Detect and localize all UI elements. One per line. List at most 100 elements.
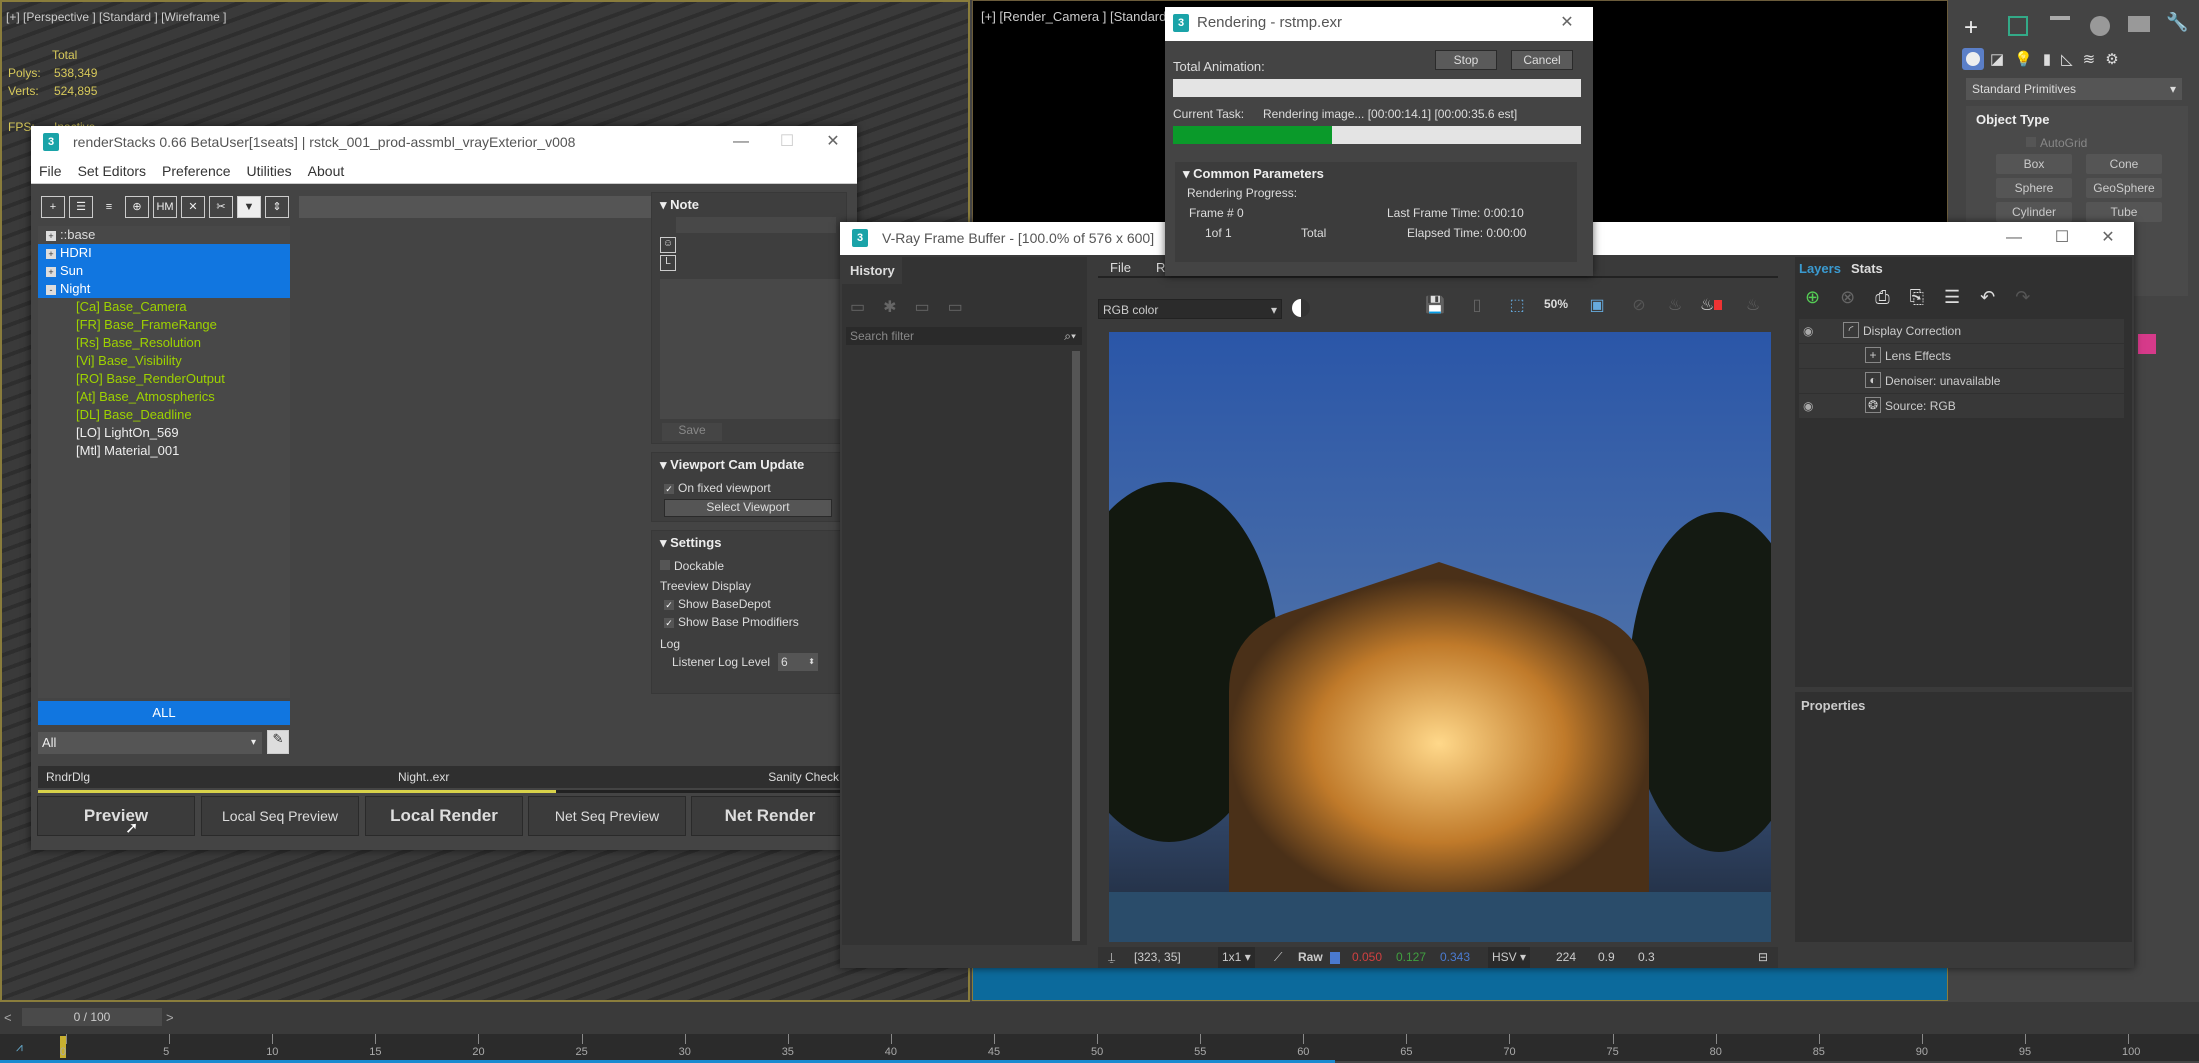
move-down-icon[interactable]: ▼ (237, 196, 261, 218)
undo-icon[interactable]: ↶ (1980, 287, 2015, 307)
viewport-label[interactable]: [+] [Perspective ] [Standard ] [Wirefram… (6, 10, 226, 24)
track-mouse-icon[interactable]: ▣ (1584, 295, 1610, 319)
on-fixed-viewport-checkbox[interactable]: ✓ On fixed viewport (664, 481, 771, 495)
render-teapot-icon[interactable]: ♨ (1740, 295, 1766, 319)
tree-item[interactable]: + Sun (38, 262, 290, 280)
delete-icon[interactable]: ✕ (181, 196, 205, 218)
save-image-icon[interactable]: 💾 (1422, 295, 1448, 319)
tube-button[interactable]: Tube (2086, 202, 2162, 222)
listener-log-level-spinner[interactable]: 6 ⬍ (778, 653, 818, 671)
channel-dropdown[interactable]: RGB color ▾ (1098, 299, 1282, 319)
time-slider[interactable]: 0 / 100 (22, 1008, 162, 1026)
title-bar[interactable]: 3 Rendering - rstmp.exr ✕ (1165, 7, 1593, 41)
clock-icon[interactable]: L (660, 255, 676, 271)
viewport-cam-update-header[interactable]: ▾ Viewport Cam Update (652, 453, 846, 477)
add-layer-icon[interactable]: ⊕ (1805, 287, 1840, 307)
geosphere-button[interactable]: GeoSphere (2086, 178, 2162, 198)
close-button[interactable]: ✕ (1547, 7, 1587, 39)
vfb-menu-file[interactable]: File (1110, 260, 1131, 275)
title-bar[interactable]: 3 renderStacks 0.66 BetaUser[1seats] | r… (31, 126, 857, 158)
viewport-bottom[interactable] (972, 965, 1948, 1001)
color-clamp-icon[interactable] (1292, 299, 1310, 317)
history-tab[interactable]: History (842, 257, 902, 284)
color-swatch[interactable] (2138, 334, 2156, 354)
net-render-button[interactable]: Net Render (691, 796, 849, 836)
color-picker-icon[interactable]: ⟋ (1274, 947, 1282, 968)
tree-item[interactable]: [Mtl] Material_001 (38, 442, 290, 460)
menu-preference[interactable]: Preference (162, 158, 230, 183)
close-button[interactable]: ✕ (2088, 222, 2128, 254)
primitives-dropdown[interactable]: Standard Primitives ▾ (1966, 78, 2182, 100)
all-button[interactable]: ALL (38, 701, 290, 725)
layer-list-icon[interactable]: ☰ (1944, 287, 1980, 307)
note-textarea[interactable] (660, 279, 840, 419)
expand-icon[interactable]: + (46, 249, 56, 259)
net-seq-preview-button[interactable]: Net Seq Preview (528, 796, 686, 836)
viewport-label[interactable]: [+] [Render_Camera ] [Standard (981, 9, 1166, 24)
curve-editor-icon[interactable]: ⩘ (16, 1040, 23, 1055)
tree-item[interactable]: [RO] Base_RenderOutput (38, 370, 290, 388)
rendered-image[interactable] (1109, 332, 1771, 942)
object-type-rollout[interactable]: Object Type (1976, 112, 2049, 127)
tree-item[interactable]: + HDRI (38, 244, 290, 262)
load-layers-icon[interactable]: ⎘ (1910, 287, 1944, 307)
show-base-pmodifiers-checkbox[interactable]: ✓ Show Base Pmodifiers (664, 615, 799, 629)
note-header[interactable]: ▾ Note (652, 193, 846, 217)
local-render-button[interactable]: Local Render (365, 796, 523, 836)
tree-item[interactable]: +::base (38, 226, 290, 244)
maximize-button[interactable]: ☐ (767, 126, 807, 158)
create-category-icons[interactable]: ◪💡▮◺≋⚙ (1990, 50, 2129, 68)
motion-tab-icon[interactable] (2090, 16, 2110, 36)
next-frame-button[interactable]: > (166, 1010, 174, 1025)
menu-about[interactable]: About (308, 158, 345, 183)
preview-button[interactable]: Preview (37, 796, 195, 836)
layers-tab[interactable]: Layers (1799, 261, 1841, 276)
layer-row[interactable]: ◉ ◜ Display Correction (1799, 319, 2124, 343)
add-item-icon[interactable]: ⊕ (125, 196, 149, 218)
expand-icon[interactable]: ⊟ (1758, 947, 1768, 968)
layer-row[interactable]: ◐ Denoiser: unavailable (1799, 369, 2124, 393)
tree-item[interactable]: [LO] LightOn_569 (38, 424, 290, 442)
timeline-track[interactable]: ⩘ 0 5 10 15 20 25 30 35 40 45 50 55 60 65 70 75 80 85 90 95… (0, 1034, 2199, 1061)
history-scrollbar[interactable] (1072, 351, 1080, 941)
create-tab-icon[interactable]: + (1964, 14, 1978, 42)
vfb-menu-render[interactable]: R (1156, 260, 1165, 275)
tree-item[interactable]: [Rs] Base_Resolution (38, 334, 290, 352)
layer-row[interactable]: ◉ ❂ Source: RGB (1799, 394, 2124, 418)
move-icon[interactable]: ⇕ (265, 196, 289, 218)
tree-item[interactable]: - Night (38, 280, 290, 298)
collapse-all-icon[interactable]: ≡ (97, 197, 121, 219)
clear-image-icon[interactable]: ▯ (1464, 295, 1490, 319)
tree-item[interactable]: [At] Base_Atmospherics (38, 388, 290, 406)
tree-item[interactable]: [FR] Base_FrameRange (38, 316, 290, 334)
autogrid-checkbox[interactable]: AutoGrid (2026, 136, 2087, 150)
settings-header[interactable]: ▾ Settings (652, 531, 846, 555)
zoom-50-button[interactable]: 50% (1544, 297, 1568, 311)
stop-button[interactable]: Stop (1435, 50, 1497, 70)
save-note-button[interactable]: Save (662, 423, 722, 441)
minimize-button[interactable]: — (1994, 222, 2034, 254)
prev-frame-button[interactable]: < (4, 1010, 12, 1025)
minimize-button[interactable]: — (721, 126, 761, 158)
delete-layer-icon[interactable]: ⊗ (1840, 287, 1875, 307)
tree-item[interactable]: [DL] Base_Deadline (38, 406, 290, 424)
user-icon[interactable]: ☺ (660, 237, 676, 253)
stats-tab[interactable]: Stats (1851, 261, 1883, 276)
rename-icon[interactable]: HM (153, 196, 177, 218)
expand-icon[interactable]: + (46, 231, 56, 241)
tree-item[interactable]: [Vi] Base_Visibility (38, 352, 290, 370)
close-button[interactable]: ✕ (813, 126, 853, 158)
display-tab-icon[interactable] (2128, 16, 2150, 32)
set-tree[interactable]: +::base + HDRI + Sun - Night [Ca] Base_Camera [F… (38, 226, 290, 498)
cone-button[interactable]: Cone (2086, 154, 2162, 174)
local-seq-preview-button[interactable]: Local Seq Preview (201, 796, 359, 836)
visibility-eye-icon[interactable]: ◉ (1803, 319, 1813, 343)
redo-icon[interactable]: ↷ (2015, 287, 2050, 307)
utilities-wrench-icon[interactable]: 🔧 (2166, 12, 2188, 33)
box-button[interactable]: Box (1996, 154, 2072, 174)
expand-all-icon[interactable]: ☰ (69, 196, 93, 218)
geometry-icon[interactable] (1962, 48, 1984, 70)
stop-render-teapot-icon[interactable]: ♨ (1698, 295, 1724, 319)
region-render-icon[interactable]: ⬚ (1504, 295, 1530, 319)
maximize-button[interactable]: ☐ (2042, 222, 2082, 254)
